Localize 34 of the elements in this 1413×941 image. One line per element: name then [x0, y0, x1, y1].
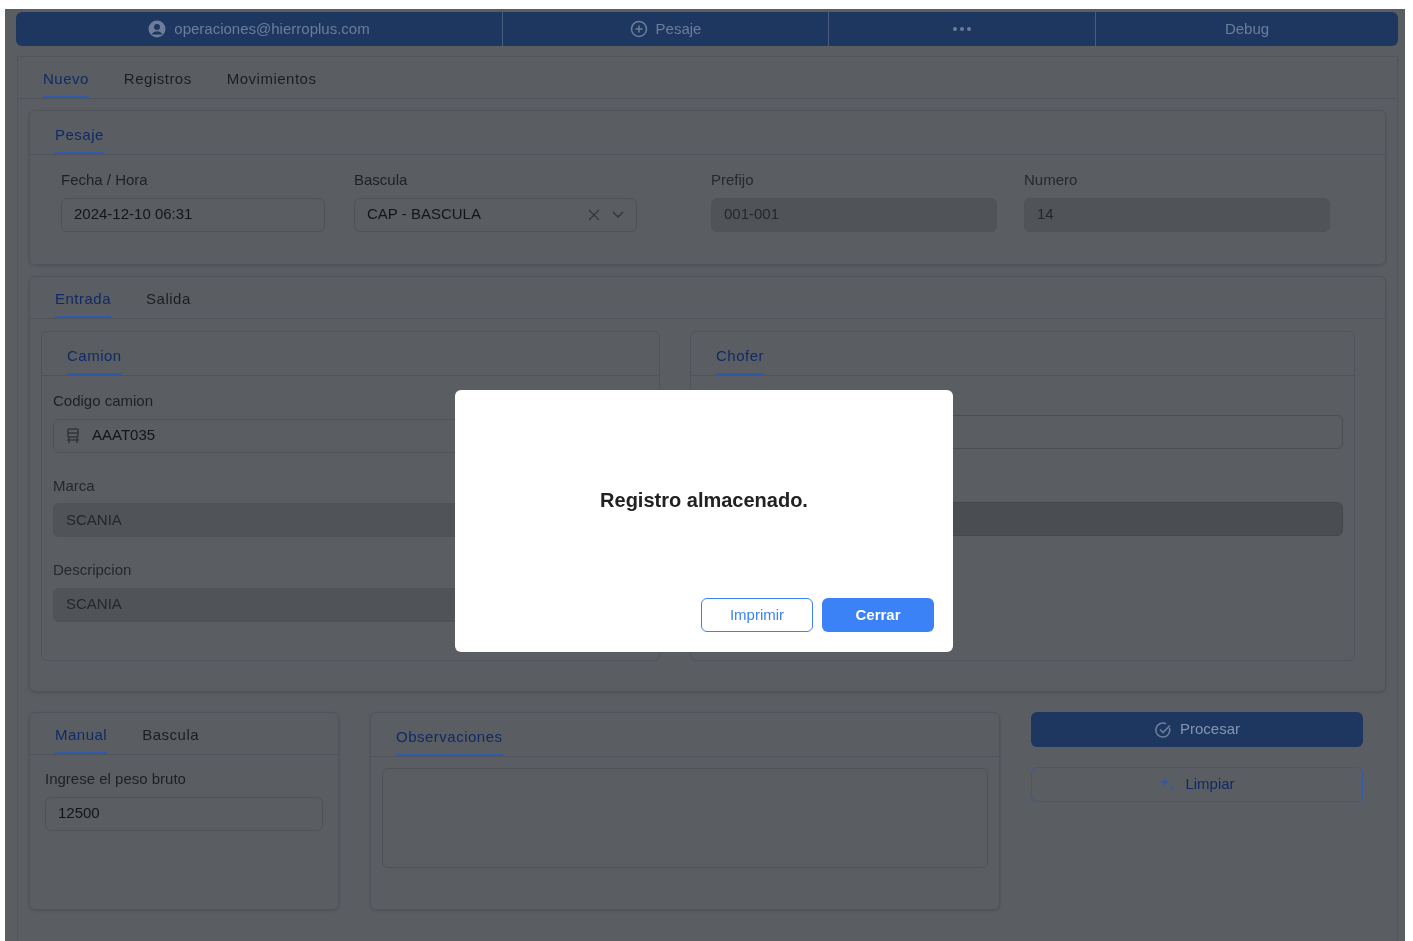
- section-title: Camion: [67, 344, 122, 375]
- ellipsis-icon: [953, 27, 971, 31]
- field-label: Bascula: [354, 170, 409, 190]
- input-field[interactable]: 12500: [45, 796, 323, 831]
- tab[interactable]: Entrada: [55, 287, 112, 318]
- circle-check-icon: [1154, 720, 1172, 739]
- input-field[interactable]: 2024-12-10 06:31: [61, 197, 325, 232]
- truck-icon: [66, 427, 80, 444]
- field-label: Ingrese el peso bruto: [45, 769, 187, 789]
- field-label: Codigo camion: [53, 391, 155, 411]
- tab[interactable]: Registros: [123, 67, 192, 98]
- user-icon: [148, 20, 167, 38]
- select-field[interactable]: CAP - BASCULA: [354, 197, 637, 232]
- chevron-down-icon[interactable]: [612, 210, 624, 219]
- field-label: Prefijo: [711, 170, 755, 190]
- tab[interactable]: Manual: [55, 723, 108, 754]
- section-title: Pesaje: [55, 123, 104, 154]
- nav-button[interactable]: operaciones@hierroplus.com: [174, 17, 370, 41]
- tab[interactable]: Nuevo: [43, 67, 89, 98]
- nav-button[interactable]: Pesaje: [655, 17, 702, 41]
- tab[interactable]: Salida: [146, 287, 191, 318]
- print-button[interactable]: Imprimir: [701, 598, 813, 632]
- clear-icon[interactable]: [588, 208, 600, 221]
- process-button[interactable]: Procesar: [1031, 712, 1363, 747]
- clear-button[interactable]: Limpiar: [1031, 767, 1363, 802]
- section-title: Observaciones: [396, 725, 503, 756]
- nav-button[interactable]: Debug: [1224, 17, 1270, 41]
- tab[interactable]: Movimientos: [226, 67, 317, 98]
- plus-circle-icon: [629, 20, 648, 38]
- tab[interactable]: Bascula: [142, 723, 200, 754]
- close-button[interactable]: Cerrar: [822, 598, 934, 632]
- section-title: Chofer: [716, 344, 765, 375]
- field-label: Fecha / Hora: [61, 170, 149, 190]
- field-label: Marca: [53, 475, 96, 496]
